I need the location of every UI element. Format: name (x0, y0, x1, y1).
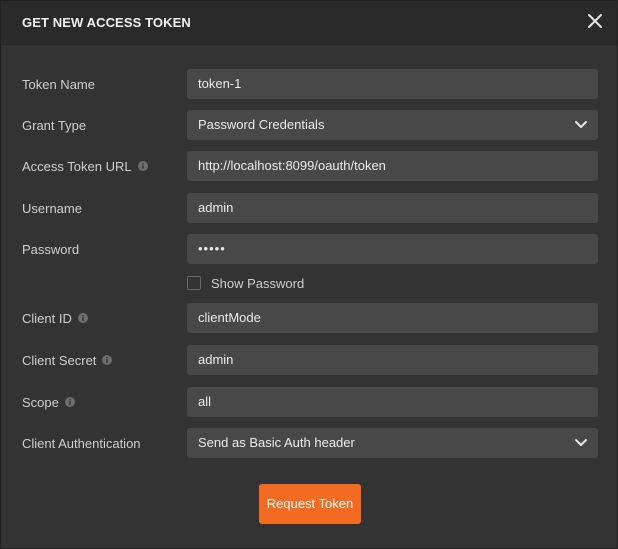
access-token-url-input[interactable]: http://localhost:8099/oauth/token (187, 151, 598, 181)
username-label: Username (22, 193, 82, 223)
info-icon (137, 161, 148, 171)
username-label-text: Username (22, 200, 82, 216)
token-name-label-text: Token Name (22, 76, 95, 92)
info-icon (102, 355, 113, 365)
dialog-header: GET NEW ACCESS TOKEN (1, 1, 617, 45)
password-label: Password (22, 234, 79, 264)
client-authentication-select[interactable]: Send as Basic Auth header (187, 428, 598, 458)
client-authentication-label: Client Authentication (22, 428, 141, 458)
token-name-input[interactable]: token-1 (187, 69, 598, 99)
info-icon (64, 397, 75, 407)
info-icon (77, 313, 88, 323)
dialog-title: GET NEW ACCESS TOKEN (22, 15, 191, 30)
show-password-label: Show Password (211, 275, 305, 291)
grant-type-label: Grant Type (22, 110, 86, 140)
close-icon[interactable] (585, 11, 605, 31)
show-password-checkbox[interactable] (187, 276, 201, 290)
client-secret-input[interactable]: admin (187, 345, 598, 375)
grant-type-label-text: Grant Type (22, 117, 87, 133)
token-name-label: Token Name (22, 69, 95, 99)
scope-label: Scope (22, 387, 75, 417)
password-input[interactable]: ••••• (187, 234, 598, 264)
grant-type-value: Password Credentials (198, 117, 325, 132)
client-id-label: Client ID (22, 303, 88, 333)
grant-type-select[interactable]: Password Credentials (187, 110, 598, 140)
client-id-input[interactable]: clientMode (187, 303, 598, 333)
scope-label-text: Scope (22, 394, 59, 410)
username-input[interactable]: admin (187, 193, 598, 223)
request-token-button[interactable]: Request Token (259, 484, 361, 524)
client-id-label-text: Client ID (22, 310, 72, 326)
client-authentication-value: Send as Basic Auth header (198, 435, 355, 450)
client-secret-label: Client Secret (22, 345, 113, 375)
client-secret-label-text: Client Secret (22, 352, 97, 368)
access-token-url-label: Access Token URL (22, 151, 148, 181)
show-password-row[interactable]: Show Password (187, 274, 304, 292)
password-label-text: Password (22, 241, 80, 257)
chevron-down-icon (575, 121, 587, 128)
access-token-url-label-text: Access Token URL (22, 158, 132, 174)
client-authentication-label-text: Client Authentication (22, 435, 141, 451)
scope-input[interactable]: all (187, 387, 598, 417)
chevron-down-icon (575, 439, 587, 446)
access-token-dialog: GET NEW ACCESS TOKEN Token Name token-1 … (0, 0, 618, 549)
